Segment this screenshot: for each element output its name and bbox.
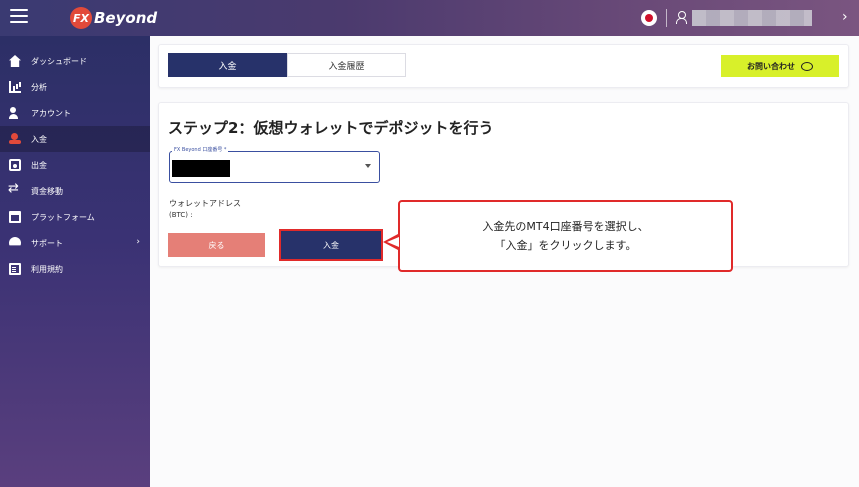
- wallet-currency-label: (BTC) :: [169, 211, 193, 219]
- contact-button[interactable]: お問い合わせ: [721, 55, 839, 77]
- chevron-right-icon[interactable]: ›: [842, 9, 848, 25]
- sidebar-item-label: 分析: [31, 82, 47, 92]
- top-bar: FX Beyond ›: [0, 0, 859, 36]
- japan-flag-icon[interactable]: [641, 10, 657, 26]
- sidebar-item-transfer[interactable]: 資金移動: [0, 178, 150, 204]
- user-name-redacted[interactable]: [692, 10, 812, 26]
- tab-deposit[interactable]: 入金: [168, 53, 287, 77]
- terms-icon: [9, 263, 21, 275]
- sidebar-item-analysis[interactable]: 分析: [0, 74, 150, 100]
- chat-bubble-icon: [801, 61, 813, 71]
- sidebar-item-label: 入金: [31, 134, 47, 144]
- instruction-callout: 入金先のMT4口座番号を選択し、 「入金」をクリックします。: [398, 200, 733, 272]
- callout-line: 入金先のMT4口座番号を選択し、: [482, 219, 649, 233]
- deposit-icon: [9, 133, 21, 145]
- sidebar-item-terms[interactable]: 利用規約: [0, 256, 150, 282]
- logo-text: Beyond: [94, 9, 158, 27]
- sidebar: ダッシュボード 分析 アカウント 入金 出金 資金移動 プラットフォーム サポー…: [0, 36, 150, 487]
- deposit-button[interactable]: 入金: [279, 229, 383, 261]
- chevron-right-icon: ›: [136, 237, 140, 247]
- user-icon: [676, 11, 687, 24]
- dropdown-arrow-icon[interactable]: [365, 164, 371, 168]
- sidebar-item-dashboard[interactable]: ダッシュボード: [0, 48, 150, 74]
- support-icon: [9, 237, 21, 246]
- sidebar-item-label: ダッシュボード: [31, 56, 87, 66]
- sidebar-item-platform[interactable]: プラットフォーム: [0, 204, 150, 230]
- transfer-icon: [8, 181, 21, 197]
- sidebar-item-label: 出金: [31, 160, 47, 170]
- tab-deposit-history[interactable]: 入金履歴: [287, 53, 406, 77]
- contact-button-label: お問い合わせ: [747, 61, 795, 71]
- sidebar-item-support[interactable]: サポート ›: [0, 230, 150, 256]
- page-title: ステップ2：仮想ウォレットでデポジットを行う: [168, 119, 494, 137]
- header-divider: [666, 9, 667, 27]
- withdraw-icon: [9, 159, 21, 171]
- back-button[interactable]: 戻る: [168, 233, 265, 257]
- home-icon: [9, 55, 21, 67]
- menu-icon[interactable]: [10, 9, 28, 25]
- account-value-redacted: [172, 160, 230, 177]
- sidebar-item-label: アカウント: [31, 108, 71, 118]
- callout-line: 「入金」をクリックします。: [494, 239, 637, 252]
- sidebar-item-deposit[interactable]: 入金: [0, 126, 150, 152]
- logo-mark: FX: [70, 7, 92, 29]
- sidebar-item-label: サポート: [31, 238, 63, 248]
- chart-icon: [9, 81, 21, 93]
- callout-pointer-inner: [387, 237, 399, 247]
- account-select-label: FX Beyond 口座番号 *: [172, 146, 229, 153]
- sidebar-item-account[interactable]: アカウント: [0, 100, 150, 126]
- wallet-address-label: ウォレットアドレス: [169, 199, 241, 208]
- sidebar-item-withdraw[interactable]: 出金: [0, 152, 150, 178]
- sidebar-item-label: 利用規約: [31, 264, 63, 274]
- platform-icon: [9, 211, 21, 223]
- sidebar-item-label: プラットフォーム: [31, 212, 95, 222]
- sidebar-item-label: 資金移動: [31, 186, 63, 196]
- account-icon: [9, 107, 21, 119]
- logo[interactable]: FX Beyond: [70, 7, 157, 29]
